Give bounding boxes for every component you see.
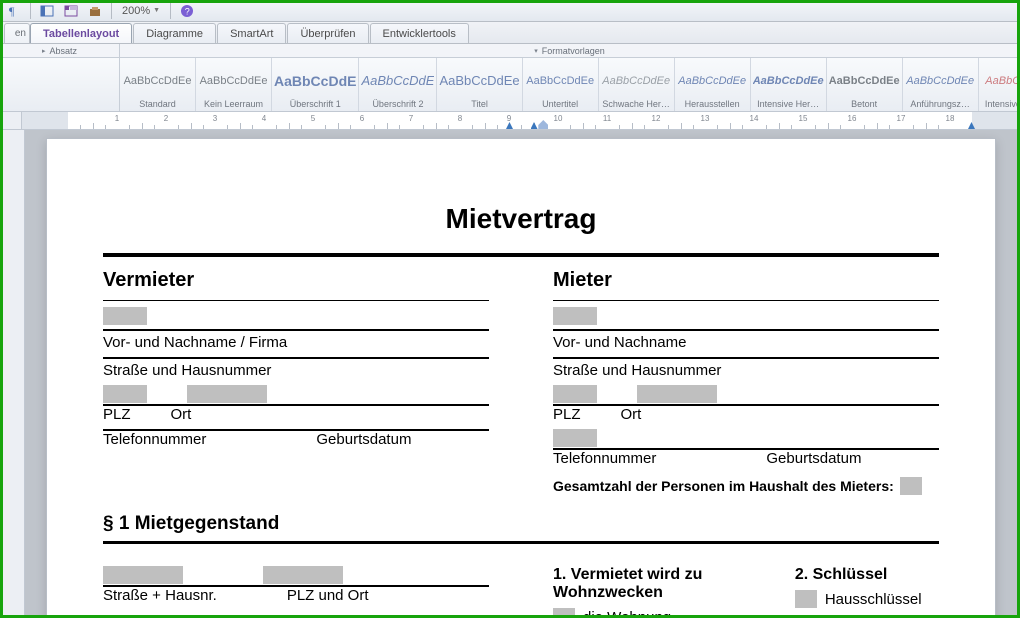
placeholder-box — [187, 385, 267, 403]
style-label: Schwache Her… — [601, 99, 672, 109]
sidebar-icon[interactable] — [37, 2, 57, 20]
style-label: Kein Leerraum — [198, 99, 269, 109]
style-sample: AaBbCcDdEe — [525, 62, 596, 99]
style-sample: AaBbCcDdEe — [677, 62, 748, 99]
style-tile[interactable]: AaBbCcDdEeTitel — [437, 58, 522, 111]
field-ort: Ort — [171, 406, 192, 423]
placeholder-box — [637, 385, 717, 403]
persons-label: Gesamtzahl der Personen im Haushalt des … — [553, 478, 894, 494]
style-sample: AaBbCcDdE — [981, 62, 1020, 99]
style-tile[interactable]: AaBbCcDdEÜberschrift 1 — [272, 58, 359, 111]
s1r-b1: die Wohnung — [583, 609, 671, 615]
group-formatvorlagen[interactable]: ▾Formatvorlagen — [120, 44, 1020, 57]
style-tile[interactable]: AaBbCcDdEeAnführungsz… — [903, 58, 979, 111]
placeholder-box — [553, 307, 597, 325]
style-sample: AaBbCcDdE — [361, 62, 434, 99]
toolbox-icon[interactable] — [85, 2, 105, 20]
style-tile[interactable]: AaBbCcDdEeKein Leerraum — [196, 58, 272, 111]
pilcrow-icon[interactable]: ¶ — [4, 2, 24, 20]
style-sample: AaBbCcDdEe — [753, 62, 824, 99]
placeholder-box — [103, 566, 183, 584]
style-label: Herausstellen — [677, 99, 748, 109]
style-tile[interactable]: AaBbCcDdEeBetont — [827, 58, 903, 111]
style-sample: AaBbCcDdEe — [439, 62, 519, 99]
s1r-h1: 1. Vermietet wird zu Wohnzwecken — [553, 566, 755, 602]
style-label: Untertitel — [525, 99, 596, 109]
style-tile[interactable]: AaBbCcDdEeHerausstellen — [675, 58, 751, 111]
tab-entwicklertools[interactable]: Entwicklertools — [370, 23, 469, 43]
field-street: Straße und Hausnummer — [103, 362, 489, 379]
field-ort: Ort — [621, 406, 642, 423]
style-sample: AaBbCcDdEe — [198, 62, 269, 99]
help-icon[interactable]: ? — [177, 2, 197, 20]
field-birth: Geburtsdatum — [766, 450, 861, 467]
tab-tabellenlayout[interactable]: Tabellenlayout — [30, 23, 132, 43]
field-tel: Telefonnummer — [103, 431, 206, 448]
placeholder-box — [103, 307, 147, 325]
style-label: Überschrift 2 — [361, 99, 434, 109]
zoom-readout[interactable]: 200% ▼ — [118, 2, 164, 20]
style-label: Intensive Her… — [753, 99, 824, 109]
mieter-header: Mieter — [553, 269, 939, 292]
styles-gallery: AaBbCcDdEeStandardAaBbCcDdEeKein Leerrau… — [120, 58, 1020, 111]
style-label: Betont — [829, 99, 900, 109]
doc-title: Mietvertrag — [103, 203, 939, 235]
field-plz: PLZ — [103, 406, 131, 423]
style-label: Überschrift 1 — [274, 99, 356, 109]
mieter-column: Mieter Vor- und Nachname Straße und Haus… — [553, 265, 939, 495]
style-tile[interactable]: AaBbCcDdEÜberschrift 2 — [359, 58, 437, 111]
s1r-b2: Hausschlüssel — [825, 591, 922, 608]
placeholder-box — [900, 477, 922, 495]
style-label: Anführungsz… — [905, 99, 976, 109]
s1r-h2: 2. Schlüssel — [795, 566, 939, 584]
style-sample: AaBbCcDdEe — [829, 62, 900, 99]
field-name: Vor- und Nachname / Firma — [103, 334, 489, 351]
vertical-ruler[interactable] — [3, 130, 25, 615]
style-label: Titel — [439, 99, 519, 109]
s1-street: Straße + Hausnr. — [103, 587, 217, 604]
field-plz: PLZ — [553, 406, 581, 423]
style-tile[interactable]: AaBbCcDdEIntensives An… — [979, 58, 1020, 111]
style-tile[interactable]: AaBbCcDdEeIntensive Her… — [751, 58, 827, 111]
tab-partial[interactable]: en — [4, 23, 30, 43]
field-birth: Geburtsdatum — [316, 431, 411, 448]
style-sample: AaBbCcDdEe — [122, 62, 193, 99]
horizontal-ruler[interactable]: 123456789101112131415161718 — [22, 112, 1020, 129]
style-tile[interactable]: AaBbCcDdEeSchwache Her… — [599, 58, 675, 111]
style-sample: AaBbCcDdEe — [905, 62, 976, 99]
tab-ueberpruefen[interactable]: Überprüfen — [287, 23, 368, 43]
gallery-icon[interactable] — [61, 2, 81, 20]
placeholder-box — [263, 566, 343, 584]
horizontal-ruler-row: 123456789101112131415161718 — [0, 112, 1020, 130]
style-tile[interactable]: AaBbCcDdEeUntertitel — [523, 58, 599, 111]
style-sample: AaBbCcDdEe — [601, 62, 672, 99]
tab-diagramme[interactable]: Diagramme — [133, 23, 216, 43]
document-canvas: Mietvertrag Vermieter Vor- und Nachname … — [3, 130, 1017, 615]
quick-access-toolbar: ¶ 200% ▼ ? — [0, 0, 1020, 22]
placeholder-box — [553, 429, 597, 447]
placeholder-box — [103, 385, 147, 403]
group-absatz[interactable]: ▸Absatz — [0, 44, 120, 57]
style-sample: AaBbCcDdE — [274, 62, 356, 99]
placeholder-box — [553, 385, 597, 403]
s1-head: § 1 Mietgegenstand — [103, 513, 939, 535]
ribbon-tabstrip: en Tabellenlayout Diagramme SmartArt Übe… — [0, 22, 1020, 44]
placeholder-box — [795, 590, 817, 608]
svg-text:¶: ¶ — [9, 4, 15, 18]
ribbon-group-labels: ▸Absatz ▾Formatvorlagen — [0, 44, 1020, 58]
document-page[interactable]: Mietvertrag Vermieter Vor- und Nachname … — [46, 138, 996, 615]
styles-gallery-row: AaBbCcDdEeStandardAaBbCcDdEeKein Leerrau… — [0, 58, 1020, 112]
placeholder-box — [553, 608, 575, 615]
svg-text:?: ? — [185, 6, 190, 16]
field-street: Straße und Hausnummer — [553, 362, 939, 379]
field-tel: Telefonnummer — [553, 450, 656, 467]
s1-plzort: PLZ und Ort — [287, 587, 369, 604]
vermieter-column: Vermieter Vor- und Nachname / Firma Stra… — [103, 265, 489, 495]
style-label: Intensives An… — [981, 99, 1020, 109]
field-name: Vor- und Nachname — [553, 334, 939, 351]
style-tile[interactable]: AaBbCcDdEeStandard — [120, 58, 196, 111]
style-label: Standard — [122, 99, 193, 109]
vermieter-header: Vermieter — [103, 269, 489, 292]
tab-smartart[interactable]: SmartArt — [217, 23, 286, 43]
